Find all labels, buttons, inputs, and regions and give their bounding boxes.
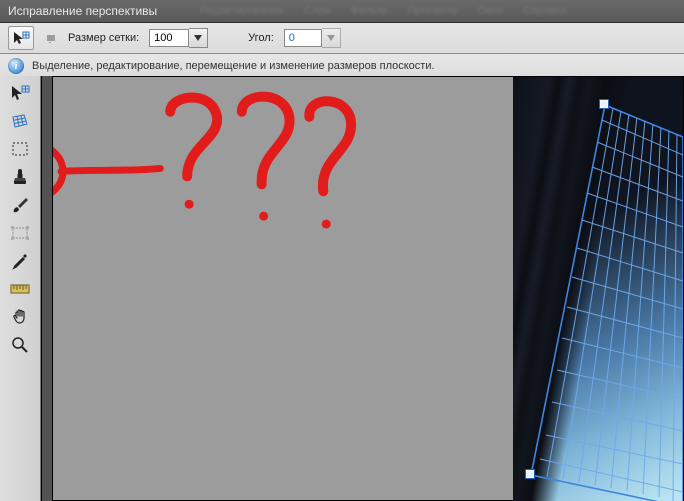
arrow-grid-icon: [12, 30, 30, 46]
edit-plane-tool[interactable]: [5, 80, 35, 106]
tool-flyout-menu[interactable]: [44, 27, 58, 49]
workspace: [0, 76, 684, 501]
info-text: Выделение, редактирование, перемещение и…: [32, 60, 435, 72]
toolbar: [0, 76, 41, 501]
transform-icon: [10, 225, 30, 241]
info-icon: i: [8, 58, 24, 74]
window-title: Исправление перспективы: [8, 4, 157, 18]
angle-dropdown-button[interactable]: [322, 28, 341, 48]
brush-icon: [11, 196, 29, 214]
grid-size-label: Размер сетки:: [68, 32, 139, 44]
ruler-icon: [10, 283, 30, 295]
vanishing-point-dialog: Исправление перспективы Редактирование С…: [0, 0, 684, 501]
hand-icon: [11, 308, 29, 326]
grid-plus-icon: [10, 112, 30, 130]
brush-tool[interactable]: [5, 192, 35, 218]
grid-handle-bottom-left[interactable]: [525, 469, 535, 479]
eyedropper-tool[interactable]: [5, 248, 35, 274]
angle-input[interactable]: [284, 29, 322, 47]
zoom-tool[interactable]: [5, 332, 35, 358]
marquee-tool[interactable]: [5, 136, 35, 162]
marquee-icon: [11, 141, 29, 157]
titlebar[interactable]: Исправление перспективы Редактирование С…: [0, 0, 684, 23]
canvas[interactable]: [52, 76, 684, 501]
transform-tool: [5, 220, 35, 246]
zoom-icon: [11, 336, 29, 354]
stamp-tool[interactable]: [5, 164, 35, 190]
active-tool-indicator[interactable]: [8, 26, 34, 50]
arrow-grid-icon: [10, 84, 30, 102]
menubar-blurred: Редактирование Слои Фильтр Просмотр Окно…: [200, 0, 684, 22]
canvas-area[interactable]: [41, 76, 684, 501]
eyedropper-icon: [11, 252, 29, 270]
stamp-icon: [11, 168, 29, 186]
grid-size-dropdown-button[interactable]: [189, 28, 208, 48]
measure-tool[interactable]: [5, 276, 35, 302]
options-bar: Размер сетки: Угол:: [0, 23, 684, 54]
chevron-down-icon: [327, 35, 335, 41]
grid-size-input[interactable]: [149, 29, 189, 47]
angle-field: [284, 28, 341, 48]
grid-size-field: [149, 28, 208, 48]
angle-label: Угол:: [248, 32, 274, 44]
image-content: [513, 77, 683, 501]
grid-handle-top-left[interactable]: [599, 99, 609, 109]
create-plane-tool[interactable]: [5, 108, 35, 134]
chevron-down-icon: [194, 35, 202, 41]
hand-tool[interactable]: [5, 304, 35, 330]
